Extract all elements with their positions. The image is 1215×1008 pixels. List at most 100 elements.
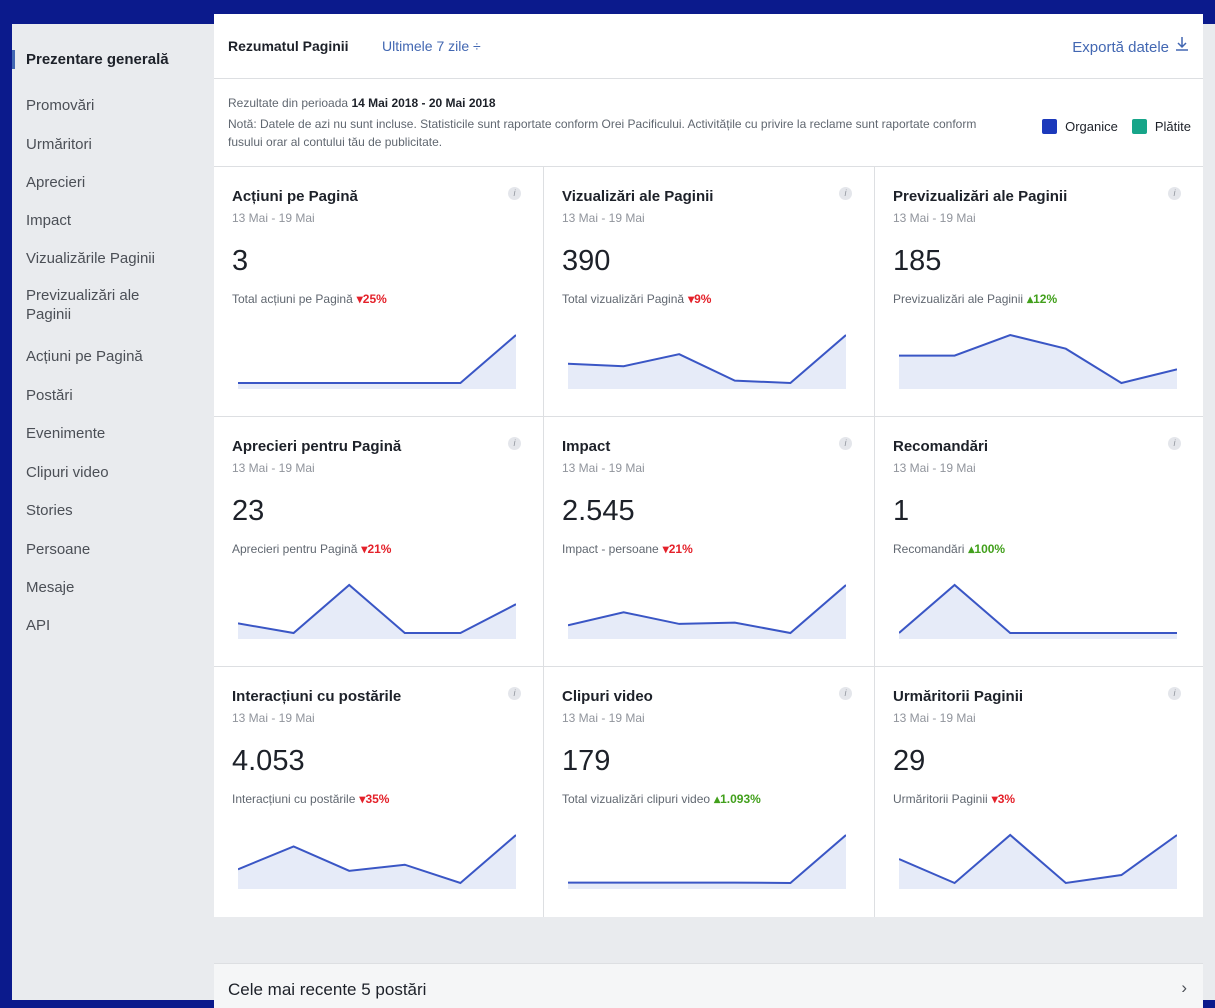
metric-card[interactable]: Recomandări 13 Mai - 19 Mai i 1 Recomandări ▴… — [875, 417, 1203, 667]
card-subtitle: Total acțiuni pe Pagină ▾25% — [232, 292, 387, 306]
sidebar-item-1[interactable]: Promovări — [12, 96, 206, 115]
sparkline-chart — [238, 834, 516, 889]
legend-paid: Plătite — [1154, 119, 1191, 134]
sparkline-area — [568, 335, 846, 389]
card-date: 13 Mai - 19 Mai — [893, 711, 976, 725]
card-subtitle: Total vizualizări Pagină ▾9% — [562, 292, 711, 306]
card-date: 13 Mai - 19 Mai — [562, 461, 645, 475]
change-down: ▾35% — [359, 792, 389, 806]
card-date: 13 Mai - 19 Mai — [232, 461, 315, 475]
change-value: 12% — [1033, 292, 1058, 306]
card-label: Total vizualizări Pagină — [562, 292, 685, 306]
sidebar-item-8[interactable]: Postări — [12, 386, 206, 405]
card-label: Recomandări — [893, 542, 965, 556]
card-label: Previzualizări ale Paginii — [893, 292, 1024, 306]
info-icon[interactable]: i — [839, 437, 852, 450]
legend: Organice Plătite — [1042, 119, 1191, 134]
card-title: Interacțiuni cu postările — [232, 688, 402, 705]
card-label: Total vizualizări clipuri video — [562, 792, 711, 806]
card-title: Acțiuni pe Pagină — [232, 188, 358, 205]
metric-card[interactable]: Vizualizări ale Paginii 13 Mai - 19 Mai i 3… — [544, 167, 875, 417]
sidebar-item-3[interactable]: Aprecieri — [12, 173, 206, 192]
change-up: ▴100% — [968, 542, 1005, 556]
period-prefix: Rezultate din perioada — [228, 96, 349, 110]
sidebar-item-5[interactable]: Vizualizările Paginii — [12, 249, 206, 268]
metric-card[interactable]: Urmăritorii Paginii 13 Mai - 19 Mai i 29 Urm… — [875, 667, 1203, 917]
change-value: 25% — [362, 292, 387, 306]
metric-card[interactable]: Aprecieri pentru Pagină 13 Mai - 19 Mai i 2… — [214, 417, 544, 667]
metric-card[interactable]: Impact 13 Mai - 19 Mai i 2.545 Impact - pers… — [544, 417, 875, 667]
change-value: 21% — [668, 542, 693, 556]
organic-swatch — [1042, 119, 1058, 134]
chevron-right-icon: › — [1181, 978, 1187, 997]
sidebar-item-11[interactable]: Stories — [12, 501, 206, 520]
sidebar-item-14[interactable]: API — [12, 616, 206, 635]
change-value: 21% — [367, 542, 392, 556]
change-value: 3% — [997, 792, 1016, 806]
sidebar-item-10[interactable]: Clipuri video — [12, 463, 206, 482]
recent-posts-label: Cele mai recente 5 postări — [228, 980, 427, 999]
date-range-selector[interactable]: Ultimele 7 zile ÷ — [382, 38, 481, 54]
paid-swatch — [1131, 119, 1147, 134]
note-text: Notă: Datele de azi nu sunt incluse. Sta… — [228, 117, 977, 149]
change-value: 35% — [365, 792, 390, 806]
sparkline-chart — [568, 834, 846, 889]
metric-card[interactable]: Previzualizări ale Paginii 13 Mai - 19 Ma… — [875, 167, 1203, 417]
card-title: Clipuri video — [562, 688, 653, 705]
card-subtitle: Aprecieri pentru Pagină ▾21% — [232, 542, 391, 556]
info-icon[interactable]: i — [1168, 187, 1181, 200]
sidebar-item-7[interactable]: Acțiuni pe Pagină — [12, 347, 206, 366]
sidebar-item-4[interactable]: Impact — [12, 211, 206, 230]
sidebar-item-0[interactable]: Prezentare generală — [12, 50, 206, 69]
sparkline-area — [568, 835, 846, 889]
metrics-grid: Acțiuni pe Pagină 13 Mai - 19 Mai i 3 Total … — [214, 167, 1203, 917]
change-value: 100% — [974, 542, 1006, 556]
card-subtitle: Recomandări ▴100% — [893, 542, 1005, 556]
info-icon[interactable]: i — [508, 687, 521, 700]
card-label: Total acțiuni pe Pagină — [232, 292, 353, 306]
card-value: 2.545 — [562, 495, 635, 527]
info-icon[interactable]: i — [508, 437, 521, 450]
info-icon[interactable]: i — [839, 687, 852, 700]
change-down: ▾9% — [688, 292, 711, 306]
metric-card[interactable]: Acțiuni pe Pagină 13 Mai - 19 Mai i 3 Total … — [214, 167, 544, 417]
change-down: ▾25% — [357, 292, 387, 306]
sparkline-chart — [238, 583, 516, 639]
change-down: ▾3% — [992, 792, 1015, 806]
recent-posts-row[interactable]: Cele mai recente 5 postări › — [214, 963, 1203, 1008]
metric-card[interactable]: Interacțiuni cu postările 13 Mai - 19 Mai… — [214, 667, 544, 917]
info-icon[interactable]: i — [839, 187, 852, 200]
export-data-button[interactable]: Exportă datele — [1072, 36, 1189, 56]
sidebar-item-6[interactable]: Previzualizări ale Paginii — [12, 286, 176, 324]
card-date: 13 Mai - 19 Mai — [232, 211, 315, 225]
sidebar-item-12[interactable]: Persoane — [12, 540, 206, 559]
card-title: Urmăritorii Paginii — [893, 688, 1024, 705]
metric-card[interactable]: Clipuri video 13 Mai - 19 Mai i 179 Total vi… — [544, 667, 875, 917]
card-value: 4.053 — [232, 745, 305, 777]
card-date: 13 Mai - 19 Mai — [893, 461, 976, 475]
info-icon[interactable]: i — [1168, 437, 1181, 450]
sidebar-item-9[interactable]: Evenimente — [12, 424, 206, 443]
card-title: Previzualizări ale Paginii — [893, 188, 1068, 205]
card-date: 13 Mai - 19 Mai — [562, 711, 645, 725]
panel-header: Rezumatul Paginii Ultimele 7 zile ÷ Expo… — [214, 14, 1203, 79]
change-up: ▴12% — [1027, 292, 1057, 306]
card-value: 1 — [893, 495, 910, 527]
change-value: 1.093% — [720, 792, 761, 806]
card-title: Aprecieri pentru Pagină — [232, 438, 402, 455]
info-icon[interactable]: i — [508, 187, 521, 200]
sidebar-item-13[interactable]: Mesaje — [12, 578, 206, 597]
sparkline-area — [238, 835, 516, 889]
info-icon[interactable]: i — [1168, 687, 1181, 700]
card-label: Impact - persoane — [562, 542, 659, 556]
sidebar-item-2[interactable]: Urmăritori — [12, 135, 206, 154]
period-text: Rezultate din perioada 14 Mai 2018 - 20 … — [228, 96, 496, 110]
card-date: 13 Mai - 19 Mai — [232, 711, 315, 725]
card-value: 3 — [232, 245, 249, 277]
card-date: 13 Mai - 19 Mai — [562, 211, 645, 225]
card-value: 185 — [893, 245, 942, 277]
card-title: Impact — [562, 438, 611, 455]
sparkline-chart — [568, 584, 846, 639]
sparkline-chart — [238, 334, 516, 389]
sparkline-area — [568, 585, 846, 639]
